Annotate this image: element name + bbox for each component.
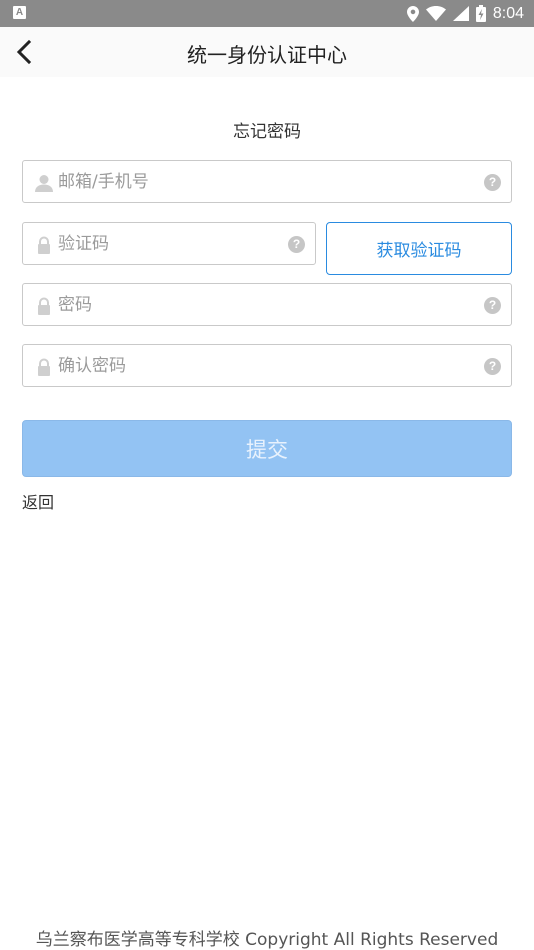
- footer-copyright: 乌兰察布医学高等专科学校 Copyright All Rights Reserv…: [35, 930, 499, 950]
- user-icon: [35, 175, 53, 192]
- clock: 8:04: [492, 4, 524, 22]
- help-icon[interactable]: ?: [484, 358, 501, 375]
- verification-code-input[interactable]: [58, 223, 270, 264]
- signal-icon: [452, 6, 469, 21]
- app-notification-icon: A: [13, 6, 26, 19]
- back-link[interactable]: 返回: [22, 489, 54, 513]
- password-field[interactable]: ?: [22, 283, 512, 326]
- form-heading: 忘记密码: [233, 122, 301, 142]
- confirm-password-field[interactable]: ?: [22, 344, 512, 387]
- location-icon: [406, 5, 419, 22]
- help-icon[interactable]: ?: [288, 236, 305, 253]
- lock-icon: [38, 297, 50, 315]
- confirm-password-input[interactable]: [58, 345, 466, 386]
- status-bar: A 8:04: [0, 0, 534, 27]
- password-input[interactable]: [58, 284, 466, 325]
- lock-icon: [38, 358, 50, 376]
- verification-code-field[interactable]: ?: [22, 222, 316, 265]
- help-icon[interactable]: ?: [484, 297, 501, 314]
- get-code-button[interactable]: 获取验证码: [326, 222, 512, 275]
- account-field[interactable]: ?: [22, 160, 512, 203]
- page-title: 统一身份认证中心: [187, 43, 347, 67]
- app-header: 统一身份认证中心: [0, 27, 534, 77]
- battery-icon: [475, 5, 486, 22]
- status-icons: 8:04: [406, 0, 524, 27]
- help-icon[interactable]: ?: [484, 174, 501, 191]
- lock-icon: [38, 236, 50, 254]
- account-input[interactable]: [58, 161, 466, 202]
- wifi-icon: [425, 6, 446, 21]
- submit-button[interactable]: 提交: [22, 420, 512, 477]
